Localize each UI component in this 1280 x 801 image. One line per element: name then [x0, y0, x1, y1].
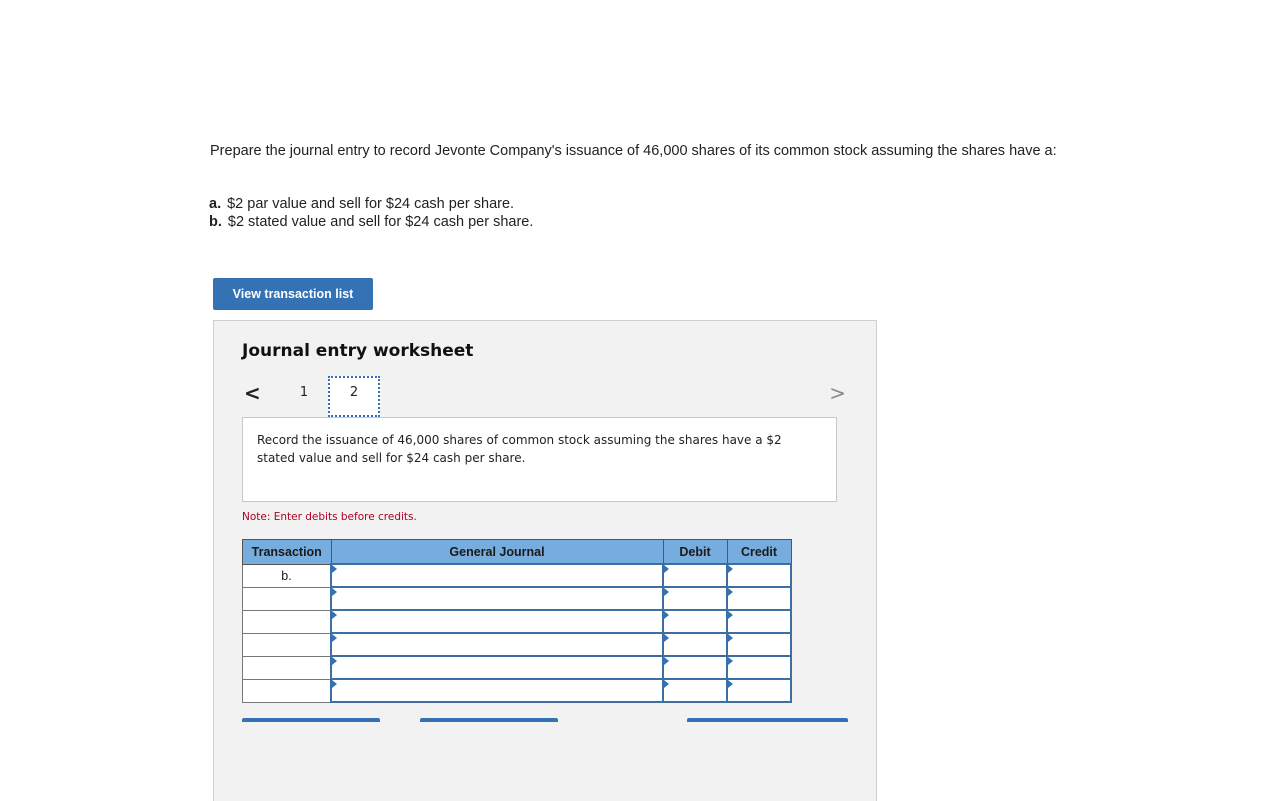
header-credit: Credit: [726, 539, 792, 565]
part-label: b.: [209, 214, 222, 230]
part-a: a. $2 par value and sell for $24 cash per…: [209, 195, 533, 213]
credit-input[interactable]: [726, 563, 792, 588]
part-text: $2 stated value and sell for $24 cash pe…: [227, 214, 534, 230]
account-input[interactable]: [330, 678, 664, 703]
credit-input[interactable]: [726, 632, 792, 657]
debit-input[interactable]: [662, 609, 728, 634]
part-b: b. $2 stated value and sell for $24 cash …: [209, 213, 533, 231]
account-input[interactable]: [330, 655, 664, 680]
debit-input[interactable]: [662, 655, 728, 680]
record-entry-button[interactable]: [242, 718, 380, 722]
table-row: [242, 632, 792, 657]
account-input[interactable]: [330, 632, 664, 657]
journal-table: Transaction General Journal Debit Credit…: [242, 539, 792, 703]
credit-input[interactable]: [726, 586, 792, 611]
credit-input[interactable]: [726, 655, 792, 680]
table-header-row: Transaction General Journal Debit Credit: [242, 539, 792, 565]
table-row: [242, 655, 792, 680]
clear-entry-button[interactable]: [420, 718, 558, 722]
part-text: $2 par value and sell for $24 cash per s…: [227, 196, 515, 212]
table-row: [242, 586, 792, 611]
debit-input[interactable]: [662, 586, 728, 611]
transaction-cell: [242, 678, 332, 703]
part-label: a.: [209, 196, 222, 212]
chevron-left-icon[interactable]: <: [244, 381, 261, 405]
view-transaction-list-button[interactable]: View transaction list: [213, 278, 373, 310]
journal-entry-worksheet: Journal entry worksheet < 1 2 > Record t…: [213, 320, 877, 801]
worksheet-tab-1[interactable]: 1: [294, 379, 314, 405]
header-transaction: Transaction: [242, 539, 332, 565]
header-general-journal: General Journal: [330, 539, 664, 565]
debit-input[interactable]: [662, 632, 728, 657]
table-row: b.: [242, 563, 792, 588]
credit-input[interactable]: [726, 609, 792, 634]
view-general-journal-button[interactable]: [687, 718, 848, 722]
account-input[interactable]: [330, 563, 664, 588]
transaction-cell: [242, 632, 332, 657]
credit-input[interactable]: [726, 678, 792, 703]
table-row: [242, 609, 792, 634]
question-parts: a. $2 par value and sell for $24 cash per…: [209, 195, 533, 231]
worksheet-tab-2[interactable]: 2: [328, 376, 380, 417]
entry-description: Record the issuance of 46,000 shares of …: [242, 417, 837, 502]
chevron-right-icon[interactable]: >: [829, 381, 846, 405]
question-prompt: Prepare the journal entry to record Jevo…: [210, 143, 1057, 159]
note-text: Note: Enter debits before credits.: [242, 511, 417, 523]
transaction-cell: [242, 655, 332, 680]
transaction-cell: [242, 586, 332, 611]
debit-input[interactable]: [662, 563, 728, 588]
account-input[interactable]: [330, 586, 664, 611]
header-debit: Debit: [662, 539, 728, 565]
worksheet-title: Journal entry worksheet: [242, 341, 474, 361]
account-input[interactable]: [330, 609, 664, 634]
transaction-cell: b.: [242, 563, 332, 588]
debit-input[interactable]: [662, 678, 728, 703]
transaction-cell: [242, 609, 332, 634]
table-row: [242, 678, 792, 703]
